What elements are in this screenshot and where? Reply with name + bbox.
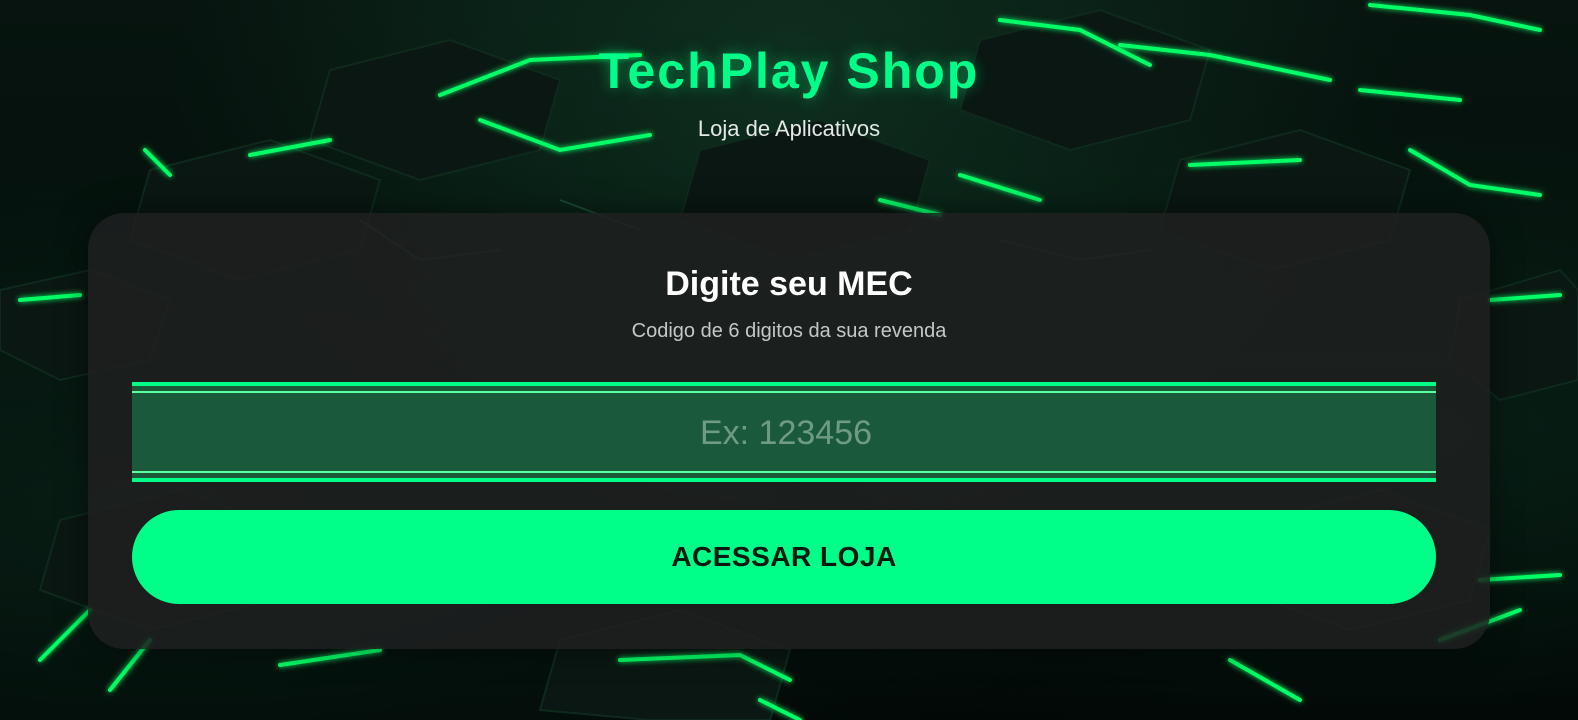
card-title: Digite seu MEC bbox=[665, 265, 913, 303]
mec-code-input[interactable] bbox=[132, 386, 1440, 480]
app-title: TechPlay Shop bbox=[598, 43, 980, 99]
login-screen: TechPlay Shop Loja de Aplicativos Digite… bbox=[0, 0, 1578, 720]
mec-input-container bbox=[132, 382, 1440, 482]
app-subtitle: Loja de Aplicativos bbox=[697, 116, 881, 141]
access-store-button[interactable]: ACESSAR LOJA bbox=[132, 510, 1436, 604]
card-subtitle: Codigo de 6 digitos da sua revenda bbox=[631, 320, 947, 342]
mec-login-card: Digite seu MEC Codigo de 6 digitos da su… bbox=[88, 213, 1490, 649]
